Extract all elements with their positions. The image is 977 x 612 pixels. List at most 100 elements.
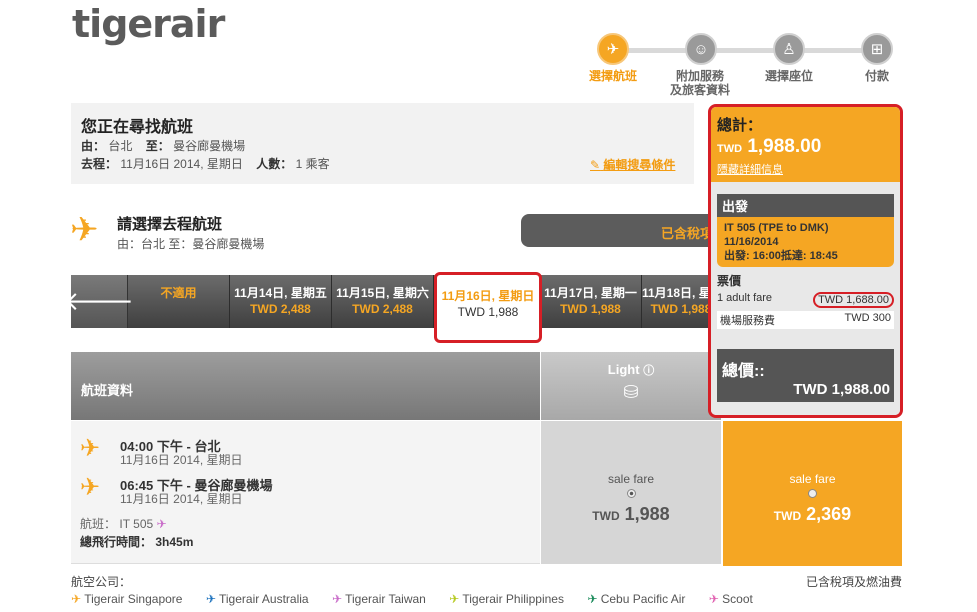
date-tab-price: TWD 1,988 [457,305,519,319]
airline-item: ✈ Tigerair Taiwan [332,592,436,606]
summary-flight-date: 11/16/2014 [724,236,779,248]
airline-name: Scoot [722,592,753,606]
summary-flight-box: IT 505 (TPE to DMK) 11/16/2014 出發: 16:00… [717,217,894,267]
summary-title: 總計： [717,116,763,134]
step-extras-line1: 附加服務 [675,69,724,83]
plus-fare-cell[interactable]: sale fare TWD 2,369 [723,421,902,566]
light-fare-radio[interactable] [626,489,636,498]
duration-label: 總飛行時間： [80,535,153,549]
plus-fare-radio[interactable] [808,489,817,498]
summary-header: 總計： TWD 1,988.00 隱藏詳細信息 [711,107,900,182]
light-fare-title: Light [607,362,640,377]
price-summary-panel: 總計： TWD 1,988.00 隱藏詳細信息 出發 IT 505 (TPE t… [708,104,903,418]
tax-note: 已含稅項及燃油費 [806,575,903,589]
step-extras-line2: 及旅客資料 [669,83,730,97]
step-select-seat: 選擇座位 [764,69,813,83]
logo-text: tiger [72,2,171,46]
from-label: 由： [81,139,106,153]
select-flight-title: 請選擇去程航班 [117,215,223,233]
pax-label: 人數： [256,157,293,171]
summary-body: 出發 IT 505 (TPE to DMK) 11/16/2014 出發: 16… [711,182,900,415]
plus-fare-label: sale fare [789,472,836,486]
edit-search-link[interactable]: ✎ 編輯搜尋條件 [590,156,675,173]
steps-progress-line [615,48,877,53]
arrive-date: 11月16日 2014, 星期日 [120,492,243,506]
date-tab-label: 11月16日, 星期日 [441,289,535,303]
tax-included-bar: 已含稅項 [521,214,711,247]
from-city: 台北 [108,139,133,153]
summary-fare-header: 票價 [717,274,742,288]
search-title: 您正在尋找航班 [81,117,194,136]
tigerair-taiwan-plane-icon: ✈ [156,517,167,531]
date-tab-nov16-selected[interactable]: 11月16日, 星期日 TWD 1,988 [434,272,542,343]
date-tab-price: TWD 2,488 [352,302,413,316]
adult-fare-label: 1 adult fare [717,292,773,304]
summary-currency: TWD [717,143,743,155]
airline-item: ✈ Tigerair Singapore [71,592,192,606]
light-fare-cell[interactable]: sale fare TWD 1,988 [541,421,721,564]
to-city: 曼谷廊曼機場 [173,139,246,153]
flight-number-label: 航班： [80,517,117,531]
date-tab-nov17[interactable]: 11月17日, 星期一 TWD 1,988 [540,275,642,328]
light-fare-currency: TWD [592,509,620,523]
plane-icon: ✈ [597,33,629,65]
flight-number-line: 航班： IT 505 ✈ [80,515,167,532]
airport-fee-row: 機場服務費 TWD 300 [717,311,894,329]
airline-item: ✈ Scoot [709,592,763,606]
airline-item: ✈ Tigerair Australia [206,592,319,606]
date-tab-label: 11月14日, 星期五 [234,286,327,300]
landing-icon: ✈ [80,474,101,501]
airlines-label: 航空公司： [71,575,132,589]
trip-date: 11月16日 2014, 星期日 [120,157,243,171]
prev-dates-arrow-icon[interactable]: 🡐 [64,275,134,328]
date-tab-nov14[interactable]: 11月14日, 星期五 TWD 2,488 [230,275,332,328]
duration-value: 3h45m [155,535,194,549]
logo-text-air: air [169,2,225,46]
takeoff-icon: ✈ [80,435,101,462]
seat-icon: ♙ [773,33,805,65]
tigerair-logo[interactable]: tigerair [72,2,225,46]
tigerair-australia-icon: ✈ [205,592,216,606]
date-tab-not-applicable: 不適用 [128,275,230,328]
summary-flight-times: 出發: 16:00抵達: 18:45 [724,250,838,262]
baggage-icon: ⛁ [623,382,639,402]
hide-details-link[interactable]: 隱藏詳細信息 [717,161,894,177]
airport-fee-label: 機場服務費 [720,315,775,327]
depart-date: 11月16日 2014, 星期日 [120,453,243,467]
summary-flight: IT 505 (TPE to DMK) [724,222,829,234]
tigerair-philippines-icon: ✈ [449,592,460,606]
plus-fare-currency: TWD [773,509,802,523]
select-flight-route: 由：台北 至：曼谷廊曼機場 [117,237,265,251]
date-tab-label: 不適用 [160,286,197,300]
tigerair-taiwan-icon: ✈ [331,592,342,606]
date-tab-price: TWD 1,988 [560,302,621,316]
light-fare-header: Light ⓘ ⛁ [541,352,721,420]
plus-fare-value: 2,369 [806,504,852,524]
cart-icon: ⊞ [861,33,893,65]
people-icon: ☺ [685,33,717,65]
airlines-list: ✈ Tigerair Singapore ✈ Tigerair Australi… [71,592,773,606]
search-route: 由： 台北 至： 曼谷廊曼機場 [81,137,245,154]
tigerair-singapore-icon: ✈ [71,592,82,606]
to-label: 至： [145,139,170,153]
grand-total-value: TWD 1,988.00 [793,381,890,398]
flight-number: IT 505 [119,517,154,531]
summary-total: TWD 1,988.00 [717,136,894,158]
light-fare-label: sale fare [607,472,655,486]
date-tab-label: 11月17日, 星期一 [544,286,637,300]
summary-departure-header: 出發 [717,194,894,217]
cebu-pacific-icon: ✈ [587,592,598,606]
date-tab-price: TWD 2,488 [250,302,311,316]
airline-item: ✈ Tigerair Philippines [449,592,574,606]
date-tab-nov15[interactable]: 11月15日, 星期六 TWD 2,488 [332,275,434,328]
adult-fare-row: 1 adult fare TWD 1,688.00 [717,292,894,308]
search-trip: 去程： 11月16日 2014, 星期日 人數： 1 乘客 [81,155,330,172]
flight-info-header: 航班資料 [71,352,540,420]
duration-line: 總飛行時間： 3h45m [80,533,193,550]
grand-total-box: 總價:: TWD 1,988.00 [717,349,894,402]
edit-search-label: 編輯搜尋條件 [603,158,676,172]
departure-plane-icon: ✈ [70,211,99,249]
light-fare-amount: TWD 1,988 [541,504,721,525]
info-icon[interactable]: ⓘ [643,365,654,377]
pax-count: 1 乘客 [295,157,330,171]
